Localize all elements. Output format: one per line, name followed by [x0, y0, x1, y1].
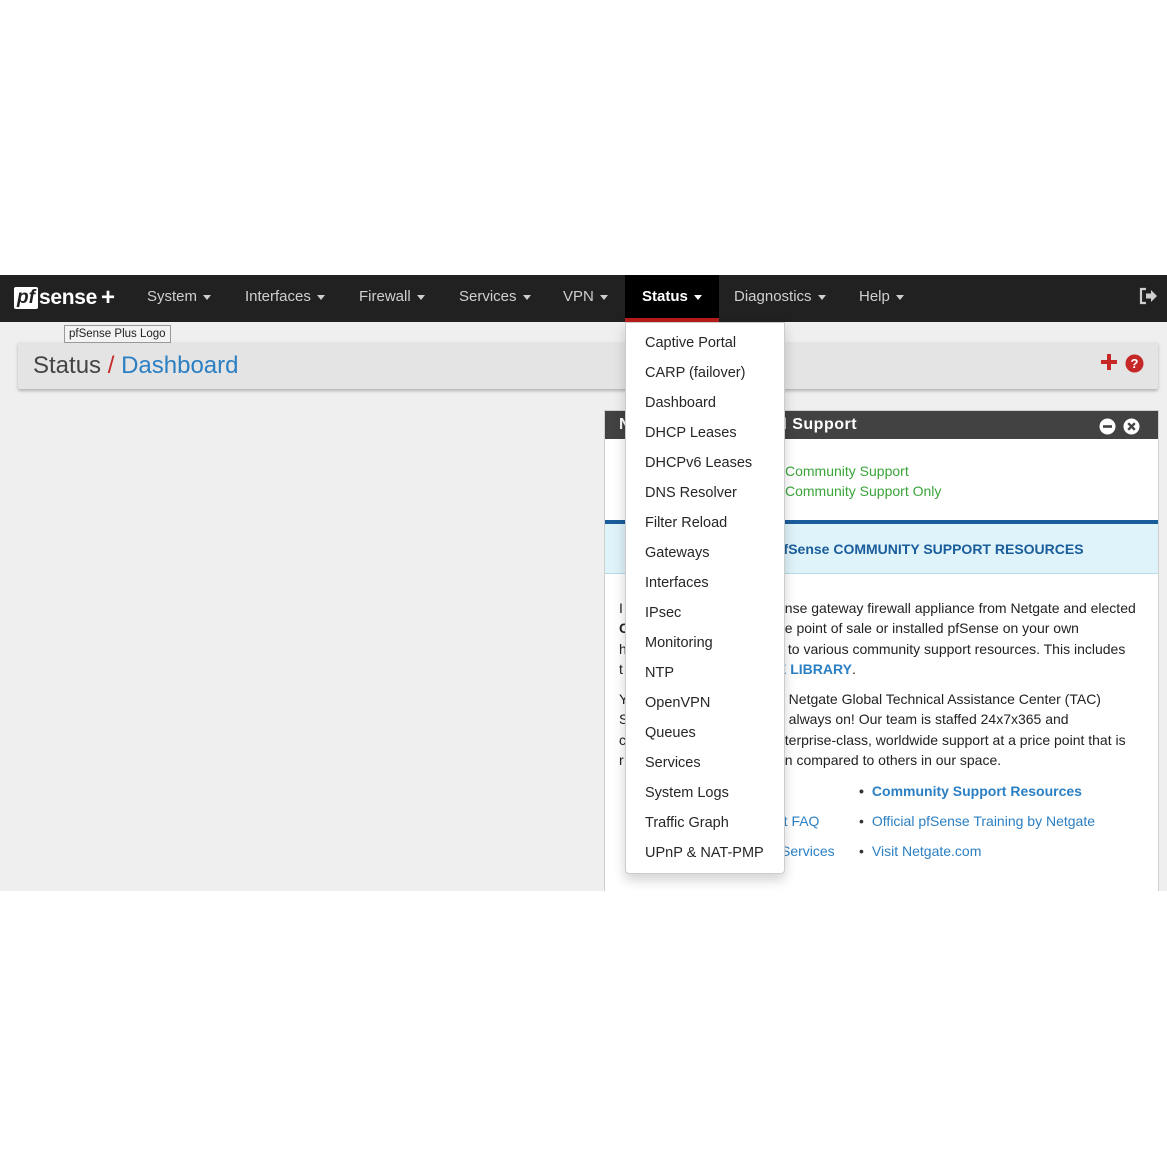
para2-line: nterprise-class, worldwide support at a …: [777, 732, 1126, 748]
close-icon[interactable]: [1123, 417, 1140, 445]
nav-help[interactable]: Help: [859, 275, 904, 322]
para1-end: .: [851, 661, 856, 677]
menu-item-openvpn[interactable]: OpenVPN: [645, 695, 710, 711]
nav-diagnostics[interactable]: Diagnostics: [734, 275, 826, 322]
nav-system[interactable]: System: [147, 275, 212, 322]
bullet: •: [859, 843, 864, 859]
help-question-icon[interactable]: ?: [1125, 354, 1144, 378]
para2-line: a Netgate Global Technical Assistance Ce…: [777, 691, 1101, 707]
para1-letter: I: [619, 600, 623, 616]
menu-item-dashboard[interactable]: Dashboard: [645, 395, 716, 411]
para2-line: e always on! Our team is staffed 24x7x36…: [777, 711, 1069, 727]
caret-down-icon: [203, 294, 212, 300]
caret-down-icon: [522, 294, 531, 300]
logo-tooltip: pfSense Plus Logo: [64, 325, 171, 343]
menu-item-carp[interactable]: CARP (failover): [645, 365, 745, 381]
menu-item-dns-resolver[interactable]: DNS Resolver: [645, 485, 737, 501]
menu-item-ipsec[interactable]: IPsec: [645, 605, 681, 621]
svg-text:?: ?: [1131, 356, 1139, 371]
support-level-line1: Community Support: [785, 463, 909, 479]
caret-down-icon: [895, 294, 904, 300]
breadcrumb: Status / Dashboard ?: [18, 342, 1158, 389]
para1-line: E LIBRARY.: [777, 659, 856, 680]
add-widget-plus-icon[interactable]: [1100, 353, 1118, 376]
sign-out-icon[interactable]: [1139, 287, 1159, 310]
breadcrumb-separator: /: [107, 352, 115, 379]
status-dropdown-menu: Captive Portal CARP (failover) Dashboard…: [625, 322, 785, 874]
menu-item-services[interactable]: Services: [645, 755, 701, 771]
pfsense-screen: pf sense + System Interfaces Firewall Se…: [0, 275, 1167, 891]
logo-plus: +: [100, 284, 115, 311]
link-label: Visit Netgate.com: [871, 843, 982, 859]
menu-item-queues[interactable]: Queues: [645, 725, 696, 741]
nav-help-label: Help: [859, 288, 890, 305]
logo-pf: pf: [14, 287, 38, 309]
para1-line: ense gateway firewall appliance from Net…: [777, 600, 1136, 616]
support-faq-link[interactable]: rt FAQ: [779, 813, 819, 829]
nav-system-label: System: [147, 288, 198, 305]
community-support-resources-link[interactable]: • Community Support Resources: [859, 783, 1082, 799]
menu-item-captive-portal[interactable]: Captive Portal: [645, 335, 736, 351]
top-navbar: pf sense + System Interfaces Firewall Se…: [0, 275, 1167, 322]
support-level-line2: Community Support Only: [785, 483, 942, 499]
nav-services[interactable]: Services: [459, 275, 531, 322]
menu-item-traffic-graph[interactable]: Traffic Graph: [645, 815, 729, 831]
link-label: Community Support Resources: [871, 783, 1082, 799]
para2-letter: r: [619, 752, 624, 768]
para1-line: ne point of sale or installed pfSense on…: [777, 620, 1079, 636]
nav-firewall[interactable]: Firewall: [359, 275, 425, 322]
netgate-link[interactable]: • Visit Netgate.com: [859, 843, 981, 859]
services-link[interactable]: Services: [781, 843, 835, 859]
para2-line: en compared to others in our space.: [777, 752, 1002, 768]
nav-interfaces[interactable]: Interfaces: [245, 275, 325, 322]
nav-diagnostics-label: Diagnostics: [734, 288, 812, 305]
menu-item-dhcpv6-leases[interactable]: DHCPv6 Leases: [645, 455, 752, 471]
breadcrumb-page-link[interactable]: Dashboard: [121, 352, 238, 379]
caret-down-icon: [316, 294, 325, 300]
caret-down-icon: [599, 294, 608, 300]
menu-item-system-logs[interactable]: System Logs: [645, 785, 729, 801]
nav-vpn-label: VPN: [563, 288, 594, 305]
logo-sense: sense: [38, 286, 97, 309]
para1-line: s to various community support resources…: [777, 641, 1126, 657]
menu-item-upnp-nat-pmp[interactable]: UPnP & NAT-PMP: [645, 845, 764, 861]
nav-services-label: Services: [459, 288, 517, 305]
menu-item-monitoring[interactable]: Monitoring: [645, 635, 713, 651]
library-link[interactable]: E LIBRARY: [777, 661, 852, 677]
panel-title-right: d Support: [777, 416, 858, 433]
breadcrumb-section: Status: [33, 352, 102, 379]
nav-status-label: Status: [642, 288, 688, 305]
bullet: •: [859, 813, 864, 829]
nav-status[interactable]: Status: [625, 275, 719, 322]
menu-item-dhcp-leases[interactable]: DHCP Leases: [645, 425, 737, 441]
caret-down-icon: [416, 294, 425, 300]
menu-item-ntp[interactable]: NTP: [645, 665, 674, 681]
banner-title: pfSense COMMUNITY SUPPORT RESOURCES: [775, 541, 1084, 557]
menu-item-interfaces[interactable]: Interfaces: [645, 575, 709, 591]
menu-item-filter-reload[interactable]: Filter Reload: [645, 515, 727, 531]
pfsense-plus-logo[interactable]: pf sense +: [14, 283, 115, 313]
bullet: •: [859, 783, 864, 799]
nav-firewall-label: Firewall: [359, 288, 411, 305]
caret-down-icon: [693, 294, 702, 300]
training-link[interactable]: • Official pfSense Training by Netgate: [859, 813, 1095, 829]
caret-down-icon: [817, 294, 826, 300]
nav-interfaces-label: Interfaces: [245, 288, 311, 305]
nav-vpn[interactable]: VPN: [563, 275, 608, 322]
para1-letter: t: [619, 661, 623, 677]
menu-item-gateways[interactable]: Gateways: [645, 545, 709, 561]
link-label: Official pfSense Training by Netgate: [871, 813, 1095, 829]
minimize-icon[interactable]: [1099, 417, 1116, 445]
